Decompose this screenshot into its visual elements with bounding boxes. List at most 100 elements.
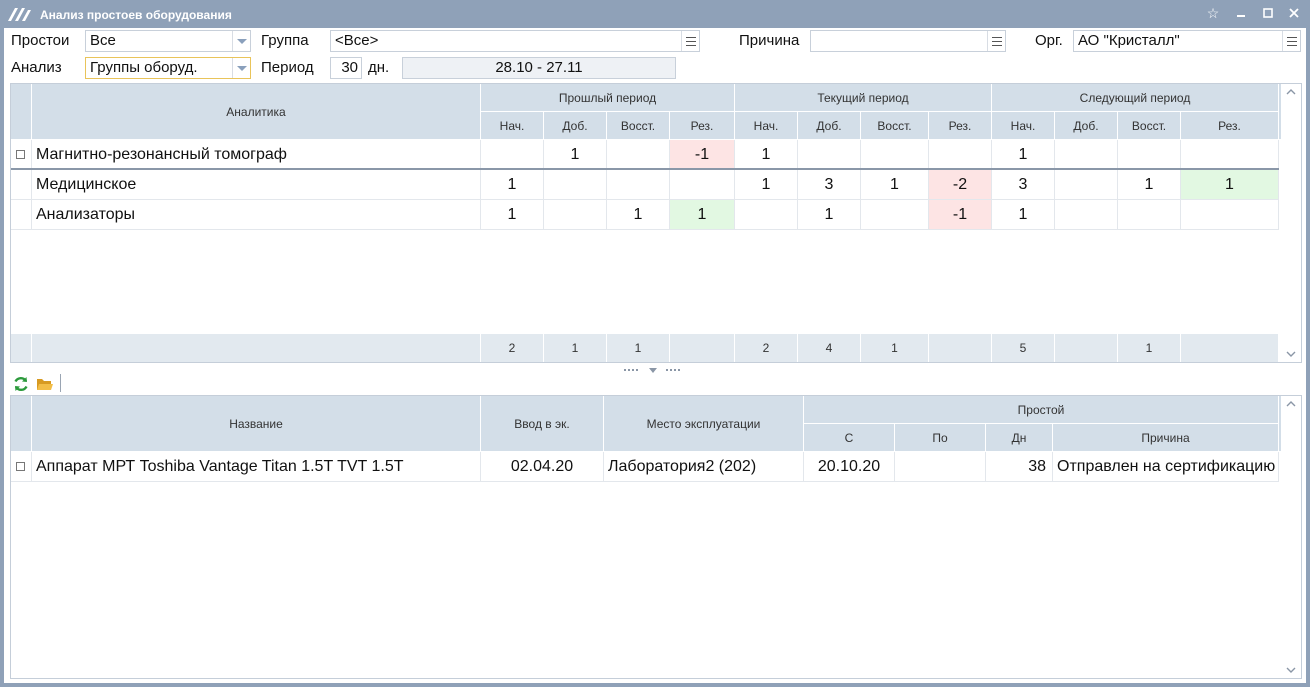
list-menu-icon[interactable] [1282,31,1300,51]
vertical-scrollbar[interactable] [1281,84,1301,362]
value-cell: -1 [670,140,735,170]
days-header[interactable]: Дн [986,424,1053,452]
group-field-value: <Все> [335,32,379,49]
column-header[interactable]: Рез. [670,112,735,140]
row-checkbox[interactable] [16,462,25,471]
row-indicator [11,200,32,230]
toolbar-divider [60,374,61,392]
chevron-up-icon[interactable] [1286,400,1296,408]
value-cell [544,200,607,230]
value-cell: 1 [861,170,929,200]
to-header[interactable]: По [895,424,986,452]
refresh-icon[interactable] [12,375,30,393]
total-cell: 1 [861,334,929,362]
total-cell: 1 [1118,334,1181,362]
total-cell: 2 [481,334,544,362]
period-group-header: Текущий период [735,84,992,112]
maximize-icon[interactable] [1257,3,1279,23]
value-cell [1118,200,1181,230]
location-header[interactable]: Место эксплуатации [604,396,804,452]
total-cell: 5 [992,334,1055,362]
downtime-select[interactable]: Все [85,30,251,52]
list-menu-icon[interactable] [987,31,1005,51]
row-checkbox[interactable] [16,150,25,159]
value-cell [735,200,798,230]
list-menu-icon[interactable] [681,31,699,51]
total-cell [929,334,992,362]
folder-open-icon[interactable] [36,375,54,393]
value-cell [607,140,670,170]
column-header[interactable]: Нач. [481,112,544,140]
favorite-icon[interactable]: ☆ [1202,3,1224,23]
group-field[interactable]: <Все> [330,30,700,52]
value-cell: 1 [607,200,670,230]
downtime-label: Простои [11,32,70,49]
value-cell [1055,140,1118,170]
analytics-table: Аналитика Прошлый период Текущий период Сле… [10,83,1302,363]
close-icon[interactable] [1283,3,1305,23]
reason-field[interactable] [810,30,1006,52]
analytics-name-cell: Медицинское [32,170,481,200]
value-cell: 1 [481,200,544,230]
chevron-up-icon[interactable] [1286,88,1296,96]
chevron-down-icon[interactable] [1286,350,1296,358]
totals-label [32,334,481,362]
column-header[interactable]: Нач. [735,112,798,140]
downtime-select-value: Все [90,32,116,49]
value-cell [544,170,607,200]
reason-label: Причина [739,32,800,49]
column-header[interactable]: Рез. [1181,112,1279,140]
column-header[interactable]: Восст. [1118,112,1181,140]
analytics-name-cell: Магнитно-резонансный томограф [32,140,481,170]
column-header[interactable]: Восст. [607,112,670,140]
org-label: Орг. [1035,32,1063,49]
column-header[interactable]: Рез. [929,112,992,140]
group-label: Группа [261,32,309,49]
equipment-name-cell: Аппарат МРТ Toshiba Vantage Titan 1.5T T… [32,452,481,482]
period-days-input[interactable]: 30 [330,57,362,79]
total-cell: 4 [798,334,861,362]
value-cell [1055,170,1118,200]
commissioned-header[interactable]: Ввод в эк. [481,396,604,452]
location-cell: Лаборатория2 (202) [604,452,804,482]
value-cell: -2 [929,170,992,200]
value-cell: 1 [735,170,798,200]
analytics-header[interactable]: Аналитика [32,84,481,140]
reason-header[interactable]: Причина [1053,424,1279,452]
column-header[interactable]: Восст. [861,112,929,140]
minimize-icon[interactable] [1230,3,1252,23]
row-indicator [11,452,32,482]
value-cell: 3 [992,170,1055,200]
row-indicator-header [11,84,32,140]
value-cell: 1 [1118,170,1181,200]
chevron-down-icon[interactable] [232,31,250,51]
column-header[interactable]: Нач. [992,112,1055,140]
analytics-name-cell: Анализаторы [32,200,481,230]
total-cell: 2 [735,334,798,362]
value-cell: 1 [1181,170,1279,200]
chevron-down-icon[interactable] [1286,666,1296,674]
commissioned-cell: 02.04.20 [481,452,604,482]
period-range-display: 28.10 - 27.11 [402,57,676,79]
app-window: Анализ простоев оборудования ☆ Простои В… [0,0,1310,687]
value-cell [861,140,929,170]
chevron-down-icon[interactable] [232,58,250,78]
value-cell: 1 [670,200,735,230]
analysis-select-value: Группы оборуд. [90,59,198,76]
panel-splitter[interactable] [4,363,1306,373]
period-unit-label: дн. [368,59,390,76]
vertical-scrollbar[interactable] [1281,396,1301,678]
org-field-value: АО "Кристалл" [1078,32,1180,49]
total-cell [670,334,735,362]
analysis-select[interactable]: Группы оборуд. [85,57,251,79]
name-header[interactable]: Название [32,396,481,452]
title-bar: Анализ простоев оборудования ☆ [0,0,1310,28]
reason-cell: Отправлен на сертификацию [1053,452,1279,482]
column-header[interactable]: Доб. [798,112,861,140]
org-field[interactable]: АО "Кристалл" [1073,30,1301,52]
value-cell: 1 [544,140,607,170]
column-header[interactable]: Доб. [544,112,607,140]
column-header[interactable]: Доб. [1055,112,1118,140]
from-header[interactable]: С [804,424,895,452]
value-cell [1181,200,1279,230]
